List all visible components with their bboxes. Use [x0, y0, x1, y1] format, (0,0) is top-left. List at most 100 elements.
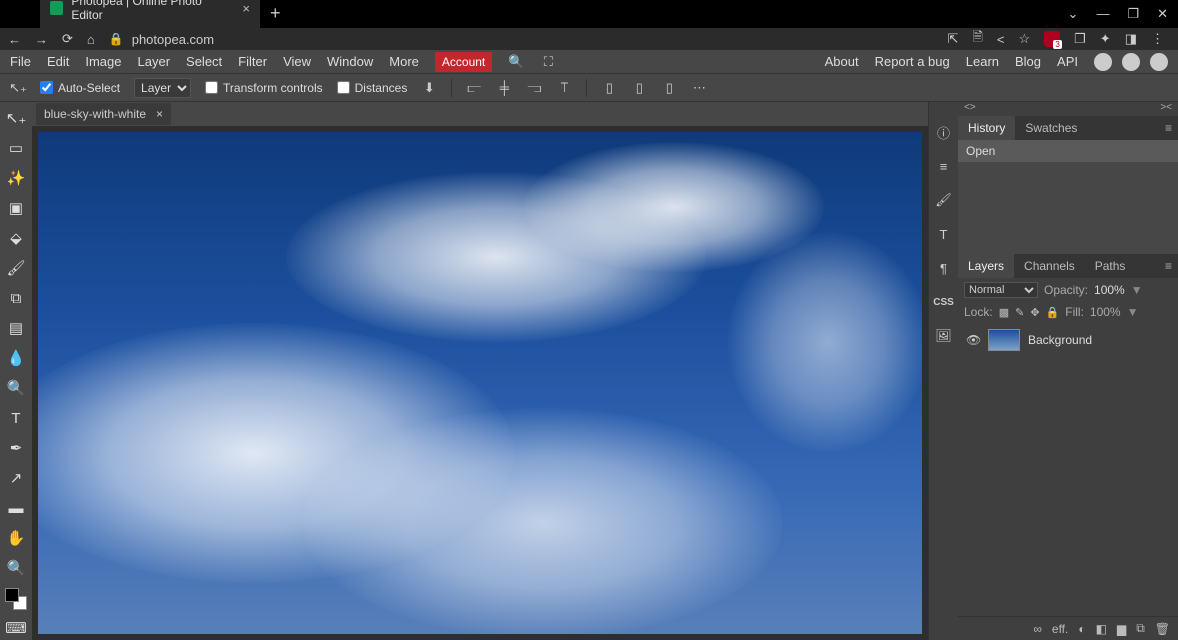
transform-checkbox[interactable]: Transform controls [205, 81, 323, 95]
facebook-icon[interactable] [1150, 53, 1168, 71]
clone-tool[interactable]: ⧉ [4, 286, 28, 310]
type-tool[interactable]: T [4, 406, 28, 430]
side-icon[interactable]: ◨ [1125, 31, 1137, 47]
shape-tool[interactable]: ▬ [4, 496, 28, 520]
lock-pixels-icon[interactable]: ▩ [999, 306, 1009, 319]
path-tool[interactable]: ↗ [4, 466, 28, 490]
menu-select[interactable]: Select [186, 54, 222, 69]
align-top-icon[interactable]: ⟙ [556, 80, 572, 96]
menu-view[interactable]: View [283, 54, 311, 69]
reload-icon[interactable]: ⟳ [62, 31, 73, 47]
ublock-icon[interactable] [1044, 31, 1060, 47]
info-icon[interactable]: ⓘ [934, 122, 954, 142]
canvas[interactable] [38, 132, 922, 634]
tab-paths[interactable]: Paths [1085, 254, 1136, 278]
pen-tool[interactable]: ✒ [4, 436, 28, 460]
paragraph-icon[interactable]: ¶ [934, 258, 954, 278]
bookmark-icon[interactable]: ☆ [1018, 31, 1030, 47]
chevron-down-icon[interactable]: ⌄ [1068, 6, 1079, 22]
dodge-tool[interactable]: 🔍 [4, 376, 28, 400]
more-align-icon[interactable]: ⋯ [691, 80, 707, 96]
back-icon[interactable]: ← [8, 32, 21, 47]
share-icon[interactable]: < [997, 32, 1005, 47]
collapse-left-icon[interactable]: <> [964, 102, 976, 116]
menu-more[interactable]: More [389, 54, 419, 69]
document-tab[interactable]: blue-sky-with-white × [36, 103, 171, 125]
menu-api[interactable]: API [1057, 54, 1078, 69]
menu-learn[interactable]: Learn [966, 54, 999, 69]
account-button[interactable]: Account [435, 52, 492, 72]
opacity-dropdown-icon[interactable]: ▼ [1131, 283, 1143, 297]
align-center-h-icon[interactable]: ╪ [496, 80, 512, 96]
opacity-value[interactable]: 100% [1094, 283, 1125, 297]
effects-icon[interactable]: eff. [1052, 622, 1068, 636]
new-layer-icon[interactable]: ⧉ [1136, 621, 1145, 636]
move-tool[interactable]: ↖₊ [4, 106, 28, 130]
distribute-v-icon[interactable]: ▯ [631, 80, 647, 96]
tab-history[interactable]: History [958, 116, 1015, 140]
page-icon[interactable]: 🗎 [972, 28, 982, 50]
brush-tool[interactable]: 🖌 [4, 256, 28, 280]
mask-icon[interactable]: ◐ [1078, 622, 1085, 636]
lock-brush-icon[interactable]: ✎ [1015, 306, 1024, 319]
lock-move-icon[interactable]: ✥ [1030, 306, 1039, 319]
close-window-icon[interactable]: ✕ [1157, 6, 1168, 22]
menu-layer[interactable]: Layer [138, 54, 171, 69]
menu-window[interactable]: Window [327, 54, 373, 69]
forward-icon[interactable]: → [35, 32, 48, 47]
gradient-tool[interactable]: ▤ [4, 316, 28, 340]
layer-thumbnail[interactable] [988, 329, 1020, 351]
adjust-icon[interactable]: ≡ [934, 156, 954, 176]
distribute-h-icon[interactable]: ▯ [601, 80, 617, 96]
align-right-icon[interactable]: ⫎ [526, 80, 542, 96]
folder-icon[interactable]: ▆ [1117, 622, 1126, 636]
panel-menu-icon[interactable]: ≡ [1159, 117, 1178, 139]
tab-layers[interactable]: Layers [958, 254, 1014, 278]
layer-row[interactable]: 👁 Background [962, 326, 1174, 354]
history-item[interactable]: Open [958, 140, 1178, 162]
layer-select[interactable]: Layer [134, 78, 191, 98]
search-icon[interactable]: 🔍 [508, 54, 524, 70]
close-icon[interactable]: × [242, 1, 250, 16]
visibility-icon[interactable]: 👁 [966, 333, 980, 347]
eraser-tool[interactable]: ⬙ [4, 226, 28, 250]
distribute-icon[interactable]: ▯ [661, 80, 677, 96]
zoom-tool[interactable]: 🔍 [4, 556, 28, 580]
menu-file[interactable]: File [10, 54, 31, 69]
menu-edit[interactable]: Edit [47, 54, 69, 69]
css-icon[interactable]: CSS [934, 292, 954, 312]
menu-about[interactable]: About [825, 54, 859, 69]
fullscreen-icon[interactable]: ⛶ [540, 54, 556, 70]
download-icon[interactable]: ⬇ [421, 80, 437, 96]
blur-tool[interactable]: 💧 [4, 346, 28, 370]
brush-panel-icon[interactable]: 🖌 [934, 190, 954, 210]
menu-blog[interactable]: Blog [1015, 54, 1041, 69]
reddit-icon[interactable] [1094, 53, 1112, 71]
menu-report[interactable]: Report a bug [875, 54, 950, 69]
auto-select-checkbox[interactable]: Auto-Select [40, 81, 120, 95]
new-tab-button[interactable]: + [260, 0, 291, 28]
picture-icon[interactable]: 🖼 [934, 326, 954, 346]
distances-checkbox[interactable]: Distances [337, 81, 408, 95]
delete-icon[interactable]: 🗑 [1155, 622, 1170, 636]
menu-image[interactable]: Image [85, 54, 121, 69]
layer-name[interactable]: Background [1028, 333, 1092, 347]
fill-value[interactable]: 100% [1090, 305, 1121, 319]
restore-icon[interactable]: ❐ [1127, 6, 1139, 22]
fill-dropdown-icon[interactable]: ▼ [1127, 305, 1139, 319]
browser-tab[interactable]: Photopea | Online Photo Editor × [40, 0, 260, 28]
quickmask-tool[interactable]: ⌨ [4, 616, 28, 640]
tabs-icon[interactable]: ❐ [1074, 31, 1086, 47]
tab-channels[interactable]: Channels [1014, 254, 1085, 278]
hand-tool[interactable]: ✋ [4, 526, 28, 550]
url-box[interactable]: 🔒 photopea.com [109, 32, 934, 47]
color-swatch[interactable] [5, 588, 27, 610]
align-left-icon[interactable]: ⫍ [466, 80, 482, 96]
collapse-right-icon[interactable]: >< [1160, 102, 1172, 116]
link-icon[interactable]: ∞ [1033, 622, 1042, 636]
twitter-icon[interactable] [1122, 53, 1140, 71]
install-icon[interactable]: ⇱ [948, 31, 959, 47]
marquee-tool[interactable]: ▭ [4, 136, 28, 160]
blend-mode-select[interactable]: Normal [964, 282, 1038, 298]
minimize-icon[interactable]: — [1096, 6, 1109, 22]
